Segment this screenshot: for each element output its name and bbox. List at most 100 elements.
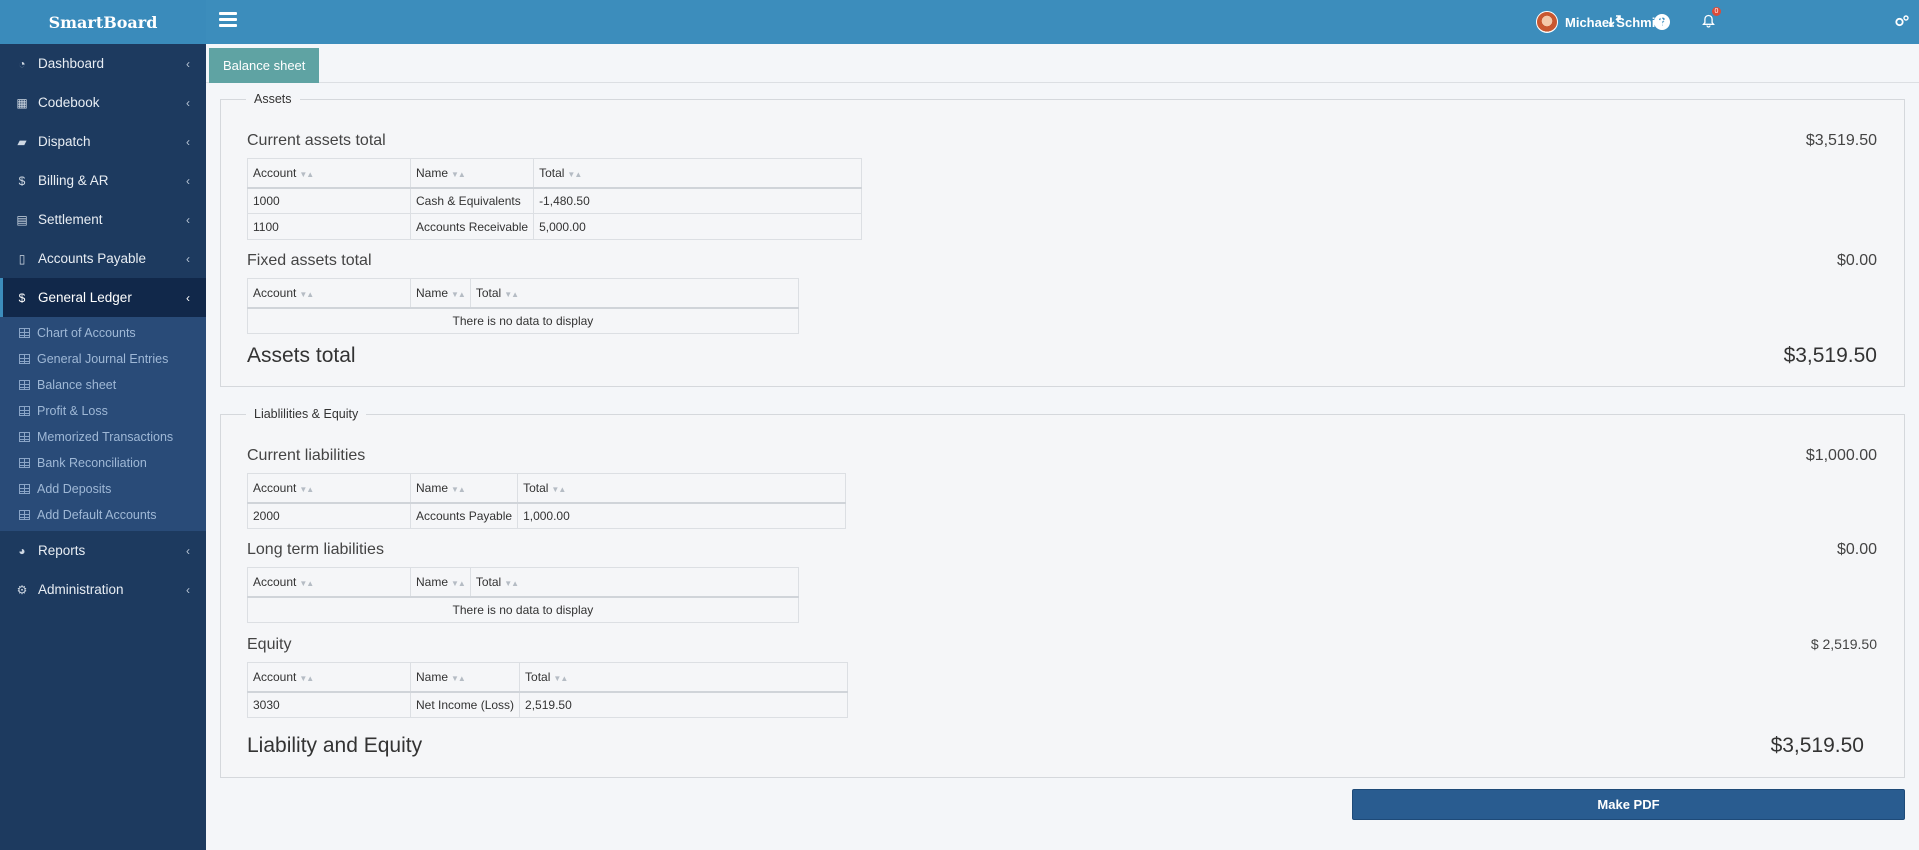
user-menu[interactable]: Michael Schmidt [1536,10,1668,34]
sidebar-item-reports[interactable]: ◕ Reports ‹ [0,531,206,570]
current-assets-header: Current assets total $3,519.50 [247,132,1877,150]
sidebar-item-settlement[interactable]: ▤ Settlement ‹ [0,200,206,239]
column-header-total[interactable]: Total ▼▲ [533,158,863,189]
chevron-left-icon: ‹ [186,56,190,71]
sidebar-item-general-ledger[interactable]: $ General Ledger ‹ [0,278,206,317]
column-header-total[interactable]: Total ▼▲ [517,473,847,504]
cell-total: 1,000.00 [517,502,847,529]
table-row[interactable]: 3030 Net Income (Loss) 2,519.50 [247,691,849,718]
sidebar-item-dashboard[interactable]: ◔ Dashboard ‹ [0,44,206,83]
sidebar-subitem-label: Chart of Accounts [37,326,136,340]
cell-account: 1100 [247,213,411,240]
sidebar-item-accounts-payable[interactable]: ▯ Accounts Payable ‹ [0,239,206,278]
sort-icon[interactable]: ▼▲ [567,170,582,179]
settings-icon[interactable] [1893,12,1911,30]
sidebar-item-label: Reports [38,543,86,558]
tab-balance-sheet[interactable]: Balance sheet [209,48,320,83]
column-header-name[interactable]: Name ▼▲ [410,278,471,309]
book-icon: ▯ [18,251,26,266]
column-header-account[interactable]: Account ▼▲ [247,662,411,693]
fixed-assets-header: Fixed assets total $0.00 [247,252,1877,270]
hamburger-menu-icon[interactable] [219,12,237,28]
sidebar-item-label: Accounts Payable [38,251,147,266]
sort-icon[interactable]: ▼▲ [504,579,519,588]
table-icon [19,406,30,416]
cell-total: 5,000.00 [533,213,863,240]
table-row[interactable]: 1000 Cash & Equivalents -1,480.50 [247,187,863,214]
sort-icon[interactable]: ▼▲ [451,170,466,179]
sidebar-subitem-chart-of-accounts[interactable]: Chart of Accounts [0,320,206,346]
sidebar-subitem-label: Bank Reconciliation [37,456,147,470]
app-logo[interactable]: SmartBoard [0,0,206,44]
sort-icon[interactable]: ▼▲ [299,170,314,179]
column-header-total[interactable]: Total ▼▲ [519,662,849,693]
column-header-name[interactable]: Name ▼▲ [410,567,471,598]
current-liabilities-table: Account ▼▲ Name ▼▲ Total ▼▲ 2000 Accounts P… [247,473,847,529]
sidebar-subitem-label: Memorized Transactions [37,430,174,444]
column-header-name[interactable]: Name ▼▲ [409,158,535,189]
sort-icon[interactable]: ▼▲ [451,485,466,494]
column-header-name[interactable]: Name ▼▲ [409,662,521,693]
table-row[interactable]: 1100 Accounts Receivable 5,000.00 [247,213,863,240]
sidebar-subitem-balance-sheet[interactable]: Balance sheet [0,372,206,398]
sort-icon[interactable]: ▼▲ [451,674,466,683]
long-term-liabilities-header: Long term liabilities $0.00 [247,541,1877,559]
sort-icon[interactable]: ▼▲ [299,290,314,299]
sidebar-item-label: General Ledger [38,290,132,305]
cell-name: Net Income (Loss) [409,691,521,718]
section-total: $0.00 [1836,541,1877,558]
cell-account: 3030 [247,691,411,718]
grand-total-title: Assets total [247,344,356,367]
cell-account: 2000 [247,502,411,529]
avatar [1536,11,1558,33]
column-header-name[interactable]: Name ▼▲ [409,473,519,504]
sidebar-subitem-label: Add Default Accounts [37,508,157,522]
table-icon [19,328,30,338]
sidebar: SmartBoard ◔ Dashboard ‹ ▦ Codebook ‹ ▰ … [0,0,206,850]
sort-icon[interactable]: ▼▲ [299,579,314,588]
general-ledger-submenu: Chart of Accounts General Journal Entrie… [0,317,206,531]
column-header-account[interactable]: Account ▼▲ [247,567,411,598]
sort-icon[interactable]: ▼▲ [551,485,566,494]
column-header-total[interactable]: Total ▼▲ [469,278,799,309]
sidebar-subitem-add-default-accounts[interactable]: Add Default Accounts [0,502,206,528]
assets-legend: Assets [254,92,292,106]
sidebar-subitem-bank-reconciliation[interactable]: Bank Reconciliation [0,450,206,476]
sidebar-subitem-general-journal-entries[interactable]: General Journal Entries [0,346,206,372]
sidebar-subitem-add-deposits[interactable]: Add Deposits [0,476,206,502]
sort-icon[interactable]: ▼▲ [299,485,314,494]
sidebar-item-label: Dashboard [38,56,105,71]
table-icon [19,510,30,520]
sidebar-item-billing[interactable]: $ Billing & AR ‹ [0,161,206,200]
column-header-account[interactable]: Account ▼▲ [247,278,411,309]
sidebar-subitem-memorized-transactions[interactable]: Memorized Transactions [0,424,206,450]
sort-icon[interactable]: ▼▲ [553,674,568,683]
section-title: Current liabilities [247,447,366,464]
make-pdf-button[interactable]: Make PDF [1352,789,1905,820]
dollar-icon: $ [18,290,26,305]
liability-equity-total-header: Liability and Equity $3,519.50 [247,734,1864,758]
sidebar-item-dispatch[interactable]: ▰ Dispatch ‹ [0,122,206,161]
tab-bar: Balance sheet [206,44,1919,83]
chevron-left-icon: ‹ [186,134,190,149]
sort-icon[interactable]: ▼▲ [451,290,466,299]
sidebar-item-codebook[interactable]: ▦ Codebook ‹ [0,83,206,122]
sidebar-subitem-profit-loss[interactable]: Profit & Loss [0,398,206,424]
grand-total-value: $3,519.50 [1783,344,1877,367]
sidebar-item-label: Codebook [38,95,100,110]
bell-icon[interactable]: 0 [1699,7,1721,30]
section-title: Long term liabilities [247,541,384,558]
sidebar-item-administration[interactable]: ⚙ Administration ‹ [0,570,206,609]
table-row[interactable]: 2000 Accounts Payable 1,000.00 [247,502,847,529]
current-assets-table: Account ▼▲ Name ▼▲ Total ▼▲ 1000 Cash & Equ… [247,158,863,240]
column-header-total[interactable]: Total ▼▲ [469,567,799,598]
cell-total: 2,519.50 [519,691,849,718]
sort-icon[interactable]: ▼▲ [299,674,314,683]
sort-icon[interactable]: ▼▲ [451,579,466,588]
column-header-account[interactable]: Account ▼▲ [247,158,411,189]
sidebar-subitem-label: General Journal Entries [37,352,169,366]
top-navbar: ? 0 Michael Schmidt [206,0,1919,44]
sort-icon[interactable]: ▼▲ [504,290,519,299]
column-header-account[interactable]: Account ▼▲ [247,473,411,504]
assets-group: Assets Current assets total $3,519.50 Ac… [220,92,1905,387]
